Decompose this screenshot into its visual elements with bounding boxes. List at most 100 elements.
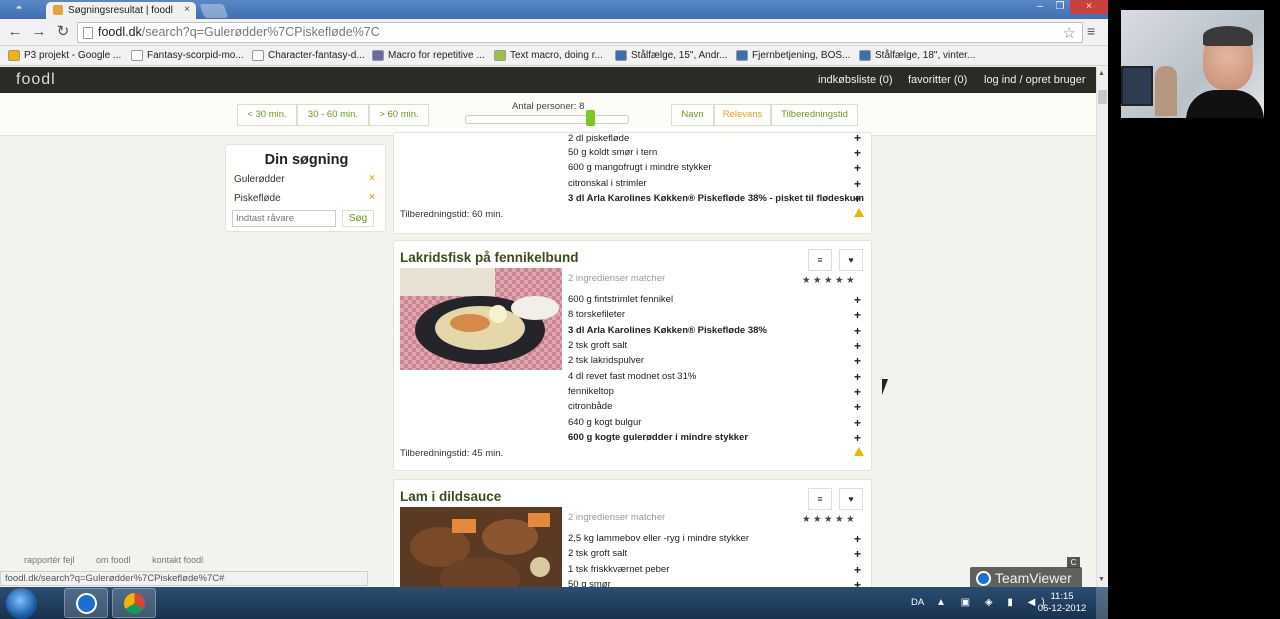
add-ingredient-icon[interactable]: + [854, 309, 861, 321]
bookmark-label: Fjernbetjening, BOS... [752, 50, 851, 61]
system-tray-icons[interactable]: ▲ ▣ ◈ ▮ ◀) [936, 597, 1051, 608]
add-ingredient-icon[interactable]: + [854, 533, 861, 545]
contact-link[interactable]: kontakt foodl [152, 555, 203, 565]
shopping-list-link[interactable]: indkøbsliste (0) [818, 74, 893, 86]
language-indicator[interactable]: DA [911, 597, 924, 608]
search-button[interactable]: Søg [342, 210, 374, 227]
ingredient-input[interactable] [232, 210, 336, 227]
bookmark-label: Macro for repetitive ... [388, 50, 485, 61]
recipe-title[interactable]: Lakridsfisk på fennikelbund [400, 250, 579, 265]
wall-picture [1121, 66, 1153, 106]
favorites-link[interactable]: favoritter (0) [908, 74, 967, 86]
add-ingredient-icon[interactable]: + [854, 564, 861, 576]
rating-stars[interactable]: ★★★★★ [802, 514, 857, 525]
report-error-link[interactable]: rapportér fejl [24, 555, 75, 565]
add-ingredient-icon[interactable]: + [854, 325, 861, 337]
sort-name[interactable]: Navn [671, 104, 714, 126]
add-ingredient-icon[interactable]: + [854, 340, 861, 352]
taskbar-teamviewer[interactable] [64, 588, 108, 618]
footer-links: rapportér fejl om foodl kontakt foodl [24, 555, 222, 565]
bookmark-label: Fantasy-scorpid-mo... [147, 50, 244, 61]
bookmark-item[interactable]: Fantasy-scorpid-mo... [131, 50, 244, 61]
bookmark-icon [859, 50, 871, 61]
favorite-button[interactable]: ♥ [839, 249, 863, 271]
remove-term-icon[interactable]: × [369, 173, 375, 184]
start-button[interactable] [6, 588, 37, 619]
add-ingredient-icon[interactable]: + [854, 417, 861, 429]
clock-date: 06-12-2012 [1037, 603, 1087, 614]
recipe-title[interactable]: Lam i dildsauce [400, 489, 501, 504]
filter-30-60[interactable]: 30 - 60 min. [297, 104, 369, 126]
close-window-icon[interactable]: × [1070, 0, 1108, 14]
screen: { "browser": { "tab_title": "Søgningsres… [0, 0, 1280, 619]
bookmark-item[interactable]: Macro for repetitive ... [372, 50, 485, 61]
scroll-up-icon[interactable]: ▲ [1098, 70, 1105, 77]
add-ingredient-icon[interactable]: + [854, 401, 861, 413]
bookmark-item[interactable]: Stålfælge, 18", vinter... [859, 50, 975, 61]
bookmark-item[interactable]: P3 projekt - Google ... [8, 50, 121, 61]
taskbar-chrome[interactable] [112, 588, 156, 618]
bookmark-item[interactable]: Fjernbetjening, BOS... [736, 50, 850, 61]
scroll-down-icon[interactable]: ▼ [1098, 576, 1105, 583]
add-ingredient-icon[interactable]: + [854, 432, 861, 444]
clock[interactable]: 11:15 06-12-2012 [1036, 591, 1088, 615]
add-ingredient-icon[interactable]: + [854, 133, 861, 144]
ingredient: 50 g smør [568, 579, 611, 587]
browser-menu-icon[interactable]: ≡ [1087, 23, 1095, 39]
presenter-hair [1203, 26, 1253, 46]
show-desktop-button[interactable] [1096, 587, 1108, 619]
reload-button[interactable]: ↻ [54, 23, 72, 41]
recipe-image[interactable] [400, 507, 562, 587]
forward-button[interactable]: → [30, 23, 48, 41]
recipe-image[interactable] [400, 268, 562, 370]
sort-prep-time[interactable]: Tilberedningstid [771, 104, 858, 126]
page-scrollbar[interactable] [1096, 67, 1108, 587]
favorite-button[interactable]: ♥ [839, 488, 863, 510]
add-ingredient-icon[interactable]: + [854, 147, 861, 159]
ingredient: 600 g mangofrugt i mindre stykker [568, 162, 712, 173]
persons-slider[interactable] [465, 115, 629, 124]
back-button[interactable]: ← [6, 23, 24, 41]
bookmark-star-icon[interactable]: ☆ [1063, 24, 1076, 42]
filter-bar: < 30 min. 30 - 60 min. > 60 min. Antal p… [0, 93, 1096, 136]
bookmark-item[interactable]: Text macro, doing r... [494, 50, 603, 61]
add-ingredient-icon[interactable]: + [854, 355, 861, 367]
new-tab-button[interactable] [199, 4, 229, 18]
warning-icon [854, 208, 864, 217]
filter-over-60[interactable]: > 60 min. [369, 104, 429, 126]
add-ingredient-icon[interactable]: + [854, 193, 861, 205]
ingredient: 2 tsk groft salt [568, 548, 628, 559]
tab-active[interactable]: Søgningsresultat | foodl × [46, 2, 196, 19]
about-link[interactable]: om foodl [96, 555, 131, 565]
rating-stars[interactable]: ★★★★★ [802, 275, 857, 286]
recipe-card: Lam i dildsauce 2 ingredienser matcher ≡… [393, 479, 872, 587]
add-ingredient-icon[interactable]: + [854, 371, 861, 383]
add-ingredient-icon[interactable]: + [854, 548, 861, 560]
add-ingredient-icon[interactable]: + [854, 386, 861, 398]
minimize-icon[interactable]: – [1030, 0, 1050, 14]
add-to-list-button[interactable]: ≡ [808, 488, 832, 510]
foodl-logo[interactable]: foodl [16, 71, 56, 89]
sort-relevance[interactable]: Relevans [714, 104, 771, 126]
ingredient: 2 tsk lakridspulver [568, 355, 645, 366]
match-count: 2 ingredienser matcher [568, 512, 666, 523]
persons-slider-handle[interactable] [586, 110, 595, 126]
login-link[interactable]: log ind / opret bruger [984, 74, 1086, 86]
restore-icon[interactable]: ❐ [1050, 0, 1070, 14]
bookmark-item[interactable]: Character-fantasy-d... [252, 50, 365, 61]
filter-under-30[interactable]: < 30 min. [237, 104, 297, 126]
add-ingredient-icon[interactable]: + [854, 178, 861, 190]
scroll-thumb[interactable] [1098, 90, 1107, 104]
add-ingredient-icon[interactable]: + [854, 162, 861, 174]
bookmark-item[interactable]: Stålfælge, 15", Andr... [615, 50, 727, 61]
clock-time: 11:15 [1050, 591, 1074, 602]
chrome-app-icon [124, 593, 145, 614]
ingredient: 4 dl revet fast modnet ost 31% [568, 371, 697, 382]
add-ingredient-icon[interactable]: + [854, 579, 861, 587]
prep-time: Tilberedningstid: 60 min. [400, 209, 504, 220]
remove-term-icon[interactable]: × [369, 192, 375, 203]
address-bar[interactable]: foodl.dk/search?q=Gulerødder%7CPiskeflød… [77, 22, 1083, 43]
tab-close-icon[interactable]: × [184, 4, 190, 15]
add-ingredient-icon[interactable]: + [854, 294, 861, 306]
add-to-list-button[interactable]: ≡ [808, 249, 832, 271]
